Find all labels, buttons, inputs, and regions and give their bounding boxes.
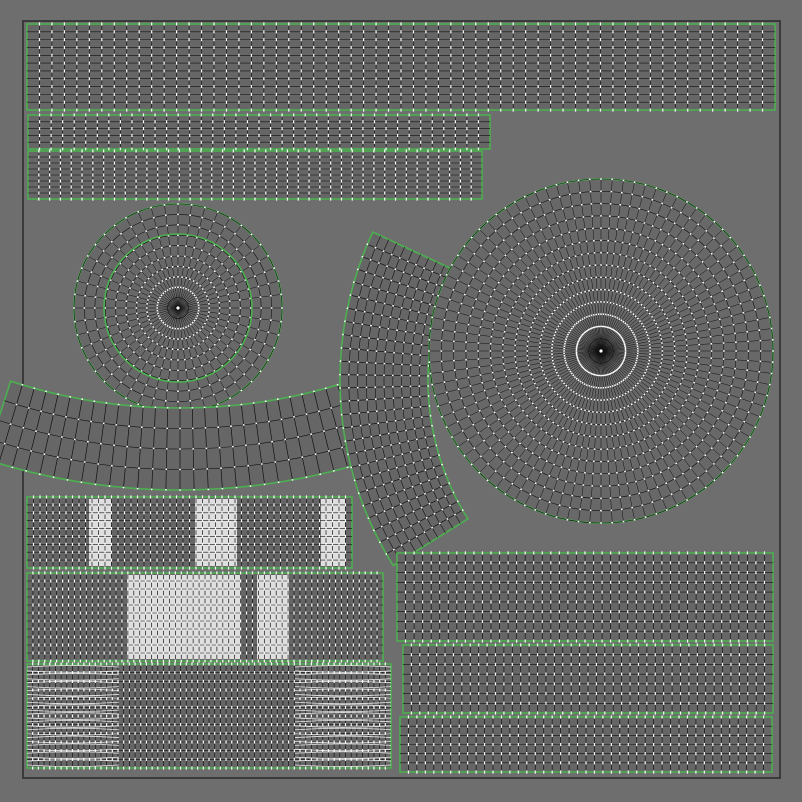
uv-island-strip-right-2[interactable] (402, 643, 774, 715)
uv-island-strip-white-2[interactable] (26, 571, 384, 663)
uv-island-strip-top[interactable] (26, 22, 776, 112)
uv-island-strip-3[interactable] (27, 149, 483, 201)
uv-island-disc-large[interactable] (428, 178, 774, 524)
uv-island-strip-dense[interactable] (26, 662, 392, 770)
uv-island-strip-right-1[interactable] (396, 551, 774, 643)
uv-layout-canvas[interactable] (0, 0, 802, 802)
uv-island-strip-right-3[interactable] (399, 715, 773, 774)
uv-island-strip-2[interactable] (27, 113, 491, 151)
uv-island-strip-white-1[interactable] (26, 495, 353, 570)
uv-island-disc-small[interactable] (73, 203, 283, 413)
uv-editor-viewport[interactable] (0, 0, 802, 802)
